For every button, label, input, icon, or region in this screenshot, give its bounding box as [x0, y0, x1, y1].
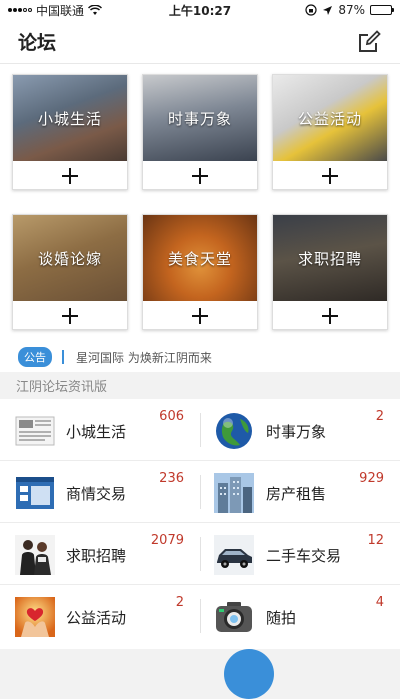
board-image: 时事万象: [143, 75, 257, 161]
plus-icon: [192, 168, 208, 184]
board-card-current-affairs[interactable]: 时事万象: [142, 74, 258, 190]
battery-percent: 87%: [338, 3, 365, 17]
status-time: 上午10:27: [168, 3, 232, 18]
forum-item-small-town[interactable]: 小城生活 606: [0, 399, 200, 461]
add-board-button[interactable]: [273, 161, 387, 191]
forum-name: 公益活动: [66, 609, 127, 627]
forum-count: 4: [375, 595, 384, 610]
forum-count: 2: [175, 595, 184, 610]
forum-count: 2079: [150, 533, 184, 548]
add-board-button[interactable]: [13, 161, 127, 191]
board-card-marriage[interactable]: 谈婚论嫁: [12, 214, 128, 330]
forum-count: 929: [359, 471, 384, 486]
car-icon: [214, 535, 254, 575]
compose-button[interactable]: [356, 29, 382, 55]
forum-count: 606: [159, 409, 184, 424]
plus-icon: [192, 308, 208, 324]
board-label: 小城生活: [37, 109, 102, 128]
status-right: 87%: [242, 3, 394, 17]
plus-icon: [322, 308, 338, 324]
forum-item-jobs[interactable]: 求职招聘 2079: [0, 523, 200, 585]
plus-icon: [62, 168, 78, 184]
floating-action-button[interactable]: [224, 649, 274, 699]
forum-count: 236: [159, 471, 184, 486]
board-label: 公益活动: [297, 109, 362, 128]
forum-name: 求职招聘: [66, 547, 127, 565]
forum-row: 小城生活 606 时事万象 2: [0, 399, 400, 461]
notice-divider: [62, 350, 64, 364]
forum-name: 随拍: [266, 609, 297, 627]
board-image: 求职招聘: [273, 215, 387, 301]
board-grid: 小城生活 时事万象 公益活动 谈婚论嫁 美食天堂 求职招聘: [0, 64, 400, 342]
board-image: 谈婚论嫁: [13, 215, 127, 301]
forum-name: 商情交易: [66, 485, 127, 503]
signal-icon: [8, 8, 32, 12]
forum-item-real-estate[interactable]: 房产租售 929: [200, 461, 400, 523]
board-card-jobs[interactable]: 求职招聘: [272, 214, 388, 330]
nav-bar: 论坛: [0, 20, 400, 64]
globe-icon: [216, 413, 252, 449]
status-left: 中国联通: [8, 2, 158, 19]
add-board-button[interactable]: [273, 301, 387, 331]
hands-heart-icon: [15, 597, 55, 637]
forum-item-snapshots[interactable]: 随拍 4: [200, 585, 400, 647]
board-image: 小城生活: [13, 75, 127, 161]
board-card-food[interactable]: 美食天堂: [142, 214, 258, 330]
wifi-icon: [88, 4, 103, 15]
window-icon: [16, 477, 54, 509]
notice-tag: 公告: [18, 347, 52, 367]
building-icon: [214, 473, 254, 513]
people-icon: [15, 535, 55, 575]
board-image: 公益活动: [273, 75, 387, 161]
add-board-button[interactable]: [13, 301, 127, 331]
notice-bar[interactable]: 公告 星河国际 为焕新江阴而来: [0, 342, 400, 372]
forum-row: 商情交易 236 房产租售 929: [0, 461, 400, 523]
forum-count: 2: [375, 409, 384, 424]
camera-icon: [216, 602, 252, 632]
section-header: 江阴论坛资讯版: [0, 372, 400, 399]
add-board-button[interactable]: [143, 301, 257, 331]
forum-item-business[interactable]: 商情交易 236: [0, 461, 200, 523]
board-label: 求职招聘: [297, 249, 362, 268]
forum-item-used-cars[interactable]: 二手车交易 12: [200, 523, 400, 585]
board-label: 时事万象: [167, 109, 232, 128]
compose-icon: [359, 29, 381, 52]
board-label: 美食天堂: [167, 249, 232, 268]
board-card-small-town[interactable]: 小城生活: [12, 74, 128, 190]
battery-icon: [370, 5, 394, 15]
forum-name: 房产租售: [266, 485, 327, 503]
notice-text[interactable]: 星河国际 为焕新江阴而来: [76, 349, 212, 366]
bottom-strip: [0, 649, 400, 660]
forum-item-current-affairs[interactable]: 时事万象 2: [200, 399, 400, 461]
carrier-label: 中国联通: [36, 3, 85, 18]
plus-icon: [62, 308, 78, 324]
forum-item-charity[interactable]: 公益活动 2: [0, 585, 200, 647]
page-title: 论坛: [18, 32, 57, 54]
board-image: 美食天堂: [143, 215, 257, 301]
forum-name: 小城生活: [66, 423, 127, 441]
status-bar: 中国联通 上午10:27 87%: [0, 0, 400, 20]
plus-icon: [322, 168, 338, 184]
forum-name: 二手车交易: [266, 547, 342, 565]
board-label: 谈婚论嫁: [37, 249, 102, 268]
newspaper-icon: [15, 416, 55, 446]
location-icon: [323, 5, 333, 15]
forum-row: 公益活动 2 随拍 4: [0, 585, 400, 647]
forum-name: 时事万象: [266, 423, 327, 441]
add-board-button[interactable]: [143, 161, 257, 191]
board-card-charity[interactable]: 公益活动: [272, 74, 388, 190]
forum-row: 求职招聘 2079 二手车交易 12: [0, 523, 400, 585]
forum-count: 12: [367, 533, 384, 548]
rotation-lock-icon: [305, 4, 317, 16]
forum-list: 小城生活 606 时事万象 2 商情交易 236 房产租售 929 求职招聘 2…: [0, 399, 400, 649]
